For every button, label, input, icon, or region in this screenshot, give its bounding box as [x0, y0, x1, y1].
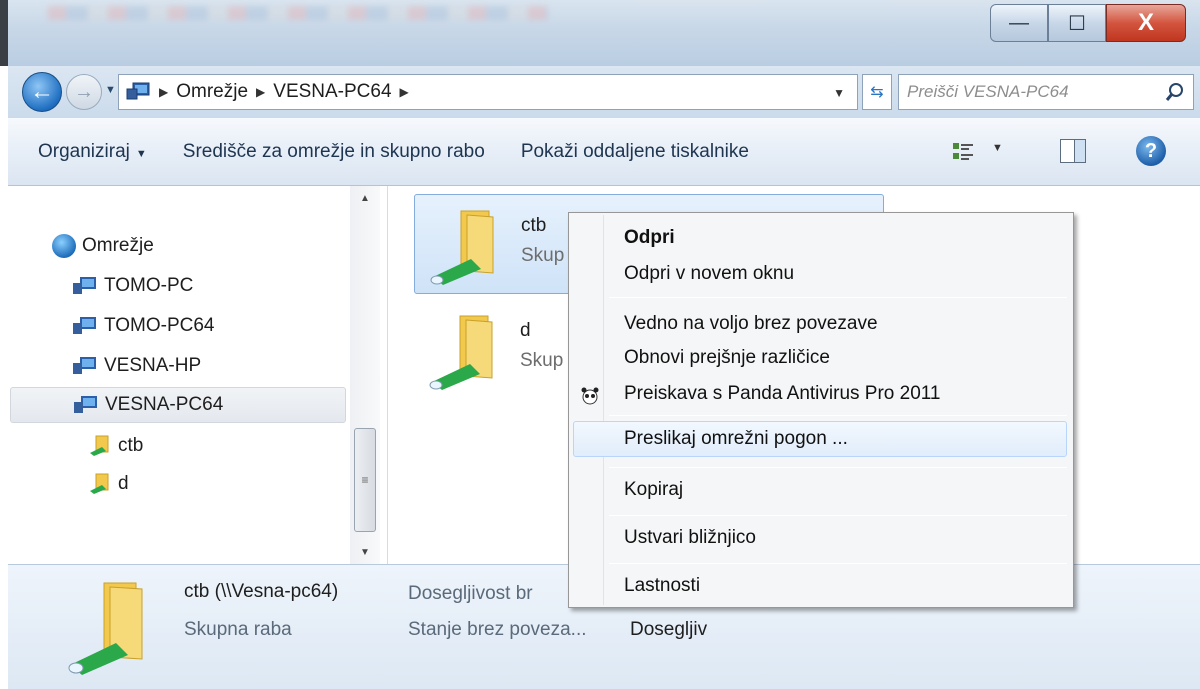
computer-icon [74, 396, 97, 413]
search-placeholder: Preišči VESNA-PC64 [907, 82, 1069, 101]
window-controls: — ☐ X [990, 4, 1186, 42]
organize-label: Organiziraj [38, 140, 130, 162]
shared-folder-icon [429, 315, 493, 390]
shared-folder-icon [90, 435, 109, 456]
menu-separator [609, 515, 1067, 516]
nav-item-tomo-pc64[interactable]: TOMO-PC64 [72, 308, 215, 344]
menu-separator [609, 563, 1067, 564]
breadcrumb-vesna-pc64[interactable]: VESNA-PC64 [273, 81, 391, 103]
computer-icon [73, 277, 96, 294]
organize-button[interactable]: Organiziraj ▼ [38, 141, 147, 163]
share-type: Skup [521, 245, 565, 266]
share-name: d [520, 320, 531, 341]
nav-item-label: ctb [118, 435, 144, 456]
refresh-button[interactable]: ⇆ [862, 74, 892, 110]
nav-item-share-ctb[interactable]: ctb [88, 428, 143, 464]
arrow-left-icon: ← [30, 78, 54, 105]
nav-scrollbar[interactable]: ▲ ≡ ▼ [350, 186, 380, 564]
back-button[interactable]: ← [22, 72, 62, 112]
menu-item-open-new-window[interactable]: Odpri v novem oknu [624, 257, 794, 291]
nav-item-network[interactable]: Omrežje [52, 228, 154, 264]
menu-item-copy[interactable]: Kopiraj [624, 473, 683, 507]
nav-item-label: Omrežje [82, 235, 154, 256]
maximize-button[interactable]: ☐ [1048, 4, 1106, 42]
menu-item-always-offline[interactable]: Vedno na voljo brez povezave [624, 307, 878, 341]
share-name: ctb [521, 215, 547, 236]
breadcrumb-network[interactable]: Omrežje [176, 81, 248, 103]
details-type: Skupna raba [184, 619, 292, 640]
help-button[interactable]: ? [1136, 136, 1166, 166]
computer-icon [73, 317, 96, 334]
nav-item-label: VESNA-PC64 [105, 394, 224, 415]
forward-button[interactable]: → [66, 74, 102, 110]
menu-separator [609, 415, 1067, 416]
shared-folder-icon [430, 210, 494, 285]
chevron-down-icon[interactable]: ▼ [992, 142, 1003, 154]
chevron-down-icon[interactable]: ▼ [833, 86, 845, 100]
breadcrumb-separator[interactable]: ▶ [400, 85, 409, 99]
network-center-button[interactable]: Središče za omrežje in skupno rabo [183, 141, 485, 163]
computer-icon [73, 357, 96, 374]
address-row: ← → ▼ ▶ Omrežje ▶ VESNA-PC64 ▶ ▼ ⇆ Preiš… [8, 66, 1200, 118]
breadcrumb-separator[interactable]: ▶ [256, 85, 265, 99]
menu-item-restore-versions[interactable]: Obnovi prejšnje različice [624, 341, 830, 375]
details-name: ctb (\\Vesna-pc64) [184, 581, 339, 602]
scroll-up-icon[interactable]: ▲ [350, 186, 380, 210]
nav-item-label: TOMO-PC64 [104, 315, 215, 336]
panda-antivirus-icon [581, 387, 599, 405]
menu-item-open[interactable]: Odpri [624, 221, 675, 255]
address-bar[interactable]: ▶ Omrežje ▶ VESNA-PC64 ▶ ▼ [118, 74, 858, 110]
nav-item-vesna-hp[interactable]: VESNA-HP [72, 348, 201, 384]
network-globe-icon [52, 234, 76, 258]
nav-item-tomo-pc[interactable]: TOMO-PC [72, 268, 193, 304]
share-type: Skup [520, 350, 564, 371]
nav-item-label: d [118, 473, 129, 494]
shared-folder-icon [68, 582, 143, 675]
details-offline-label: Dosegljivost br [408, 583, 533, 604]
minimize-button[interactable]: — [990, 4, 1048, 42]
title-bar[interactable]: — ☐ X [0, 0, 1200, 66]
view-options-icon[interactable] [952, 142, 974, 162]
nav-item-label: VESNA-HP [104, 355, 202, 376]
menu-separator [609, 467, 1067, 468]
menu-item-map-network-drive[interactable]: Preslikaj omrežni pogon ... [624, 422, 848, 456]
scroll-down-icon[interactable]: ▼ [350, 540, 380, 564]
search-icon[interactable] [1165, 82, 1185, 102]
nav-item-vesna-pc64[interactable]: VESNA-PC64 [10, 387, 346, 423]
recent-pages-dropdown[interactable]: ▼ [105, 84, 116, 96]
menu-separator [609, 297, 1067, 298]
navigation-pane[interactable]: Omrežje TOMO-PC TOMO-PC64 VESNA-HP VESNA… [8, 186, 388, 564]
details-state: Stanje brez poveza... [408, 619, 587, 640]
chevron-down-icon: ▼ [135, 147, 147, 160]
search-input[interactable]: Preišči VESNA-PC64 [898, 74, 1194, 110]
context-menu[interactable]: Odpri Odpri v novem oknu Vedno na voljo … [568, 212, 1074, 608]
breadcrumb-separator[interactable]: ▶ [159, 85, 168, 99]
preview-pane-button[interactable] [1060, 139, 1086, 163]
menu-item-properties[interactable]: Lastnosti [624, 569, 700, 603]
shared-folder-icon [90, 473, 109, 494]
show-printers-button[interactable]: Pokaži oddaljene tiskalnike [521, 141, 749, 163]
menu-item-panda-scan[interactable]: Preiskava s Panda Antivirus Pro 2011 [624, 377, 941, 411]
nav-item-label: TOMO-PC [104, 275, 194, 296]
nav-item-share-d[interactable]: d [88, 466, 129, 502]
command-bar: Organiziraj ▼ Središče za omrežje in skup… [8, 118, 1200, 186]
refresh-icon: ⇆ [870, 84, 884, 101]
details-availability: Dosegljiv [630, 619, 708, 640]
close-button[interactable]: X [1106, 4, 1186, 42]
arrow-right-icon: → [74, 80, 94, 103]
menu-item-create-shortcut[interactable]: Ustvari bližnjico [624, 521, 756, 555]
network-icon [126, 82, 150, 100]
scroll-thumb[interactable]: ≡ [354, 428, 376, 532]
